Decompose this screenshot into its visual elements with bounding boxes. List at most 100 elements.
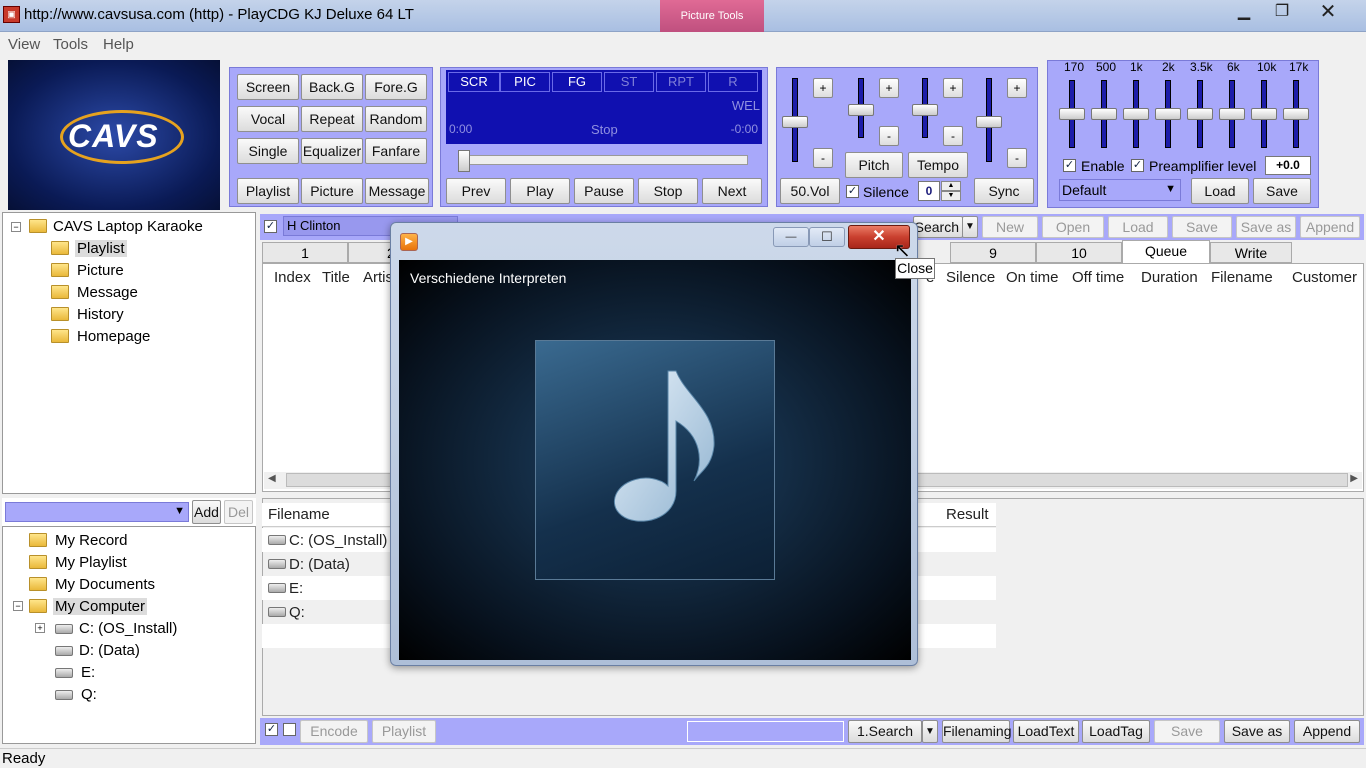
loadtag-button[interactable]: LoadTag xyxy=(1082,720,1150,743)
playlist-load-button[interactable]: Load xyxy=(1108,216,1168,238)
scroll-left-icon[interactable]: ◀ xyxy=(268,473,276,484)
sync-slider-thumb[interactable] xyxy=(976,116,1002,128)
eq-preset-dropdown[interactable]: Default ▼ xyxy=(1059,179,1181,201)
bottom-append-button[interactable]: Append xyxy=(1294,720,1360,743)
column-artist[interactable]: Artis xyxy=(363,269,393,286)
file-row-drive-e[interactable]: E: xyxy=(289,580,303,597)
encode-button[interactable]: Encode xyxy=(300,720,368,743)
bottom-save-button[interactable]: Save xyxy=(1154,720,1220,743)
collapse-icon[interactable]: − xyxy=(13,601,23,611)
close-button[interactable]: ✕ xyxy=(1310,2,1346,23)
preamp-checkbox[interactable]: ✓ xyxy=(1131,159,1144,172)
bottom-search-button[interactable]: 1.Search xyxy=(848,720,922,743)
eq-slider-thumb-2k[interactable] xyxy=(1155,108,1181,120)
silence-up-icon[interactable]: ▲ xyxy=(941,181,961,191)
file-tree-drive-c[interactable]: C: (OS_Install) xyxy=(79,620,177,637)
column-silence[interactable]: Silence xyxy=(946,269,995,286)
tempo-slider-thumb[interactable] xyxy=(912,104,938,116)
picture-button[interactable]: Picture xyxy=(301,178,363,204)
play-button[interactable]: Play xyxy=(510,178,570,204)
stop-button[interactable]: Stop xyxy=(638,178,698,204)
pitch-plus-button[interactable]: + xyxy=(879,78,899,98)
tab-10[interactable]: 10 xyxy=(1036,242,1122,263)
file-tree-my-playlist[interactable]: My Playlist xyxy=(55,554,127,571)
seek-thumb[interactable] xyxy=(458,150,470,172)
add-button[interactable]: Add xyxy=(192,500,221,524)
tree-item-history[interactable]: History xyxy=(77,306,124,323)
silence-down-icon[interactable]: ▼ xyxy=(941,191,961,201)
popup-maximize-button[interactable]: ☐ xyxy=(809,227,845,247)
search-dropdown-icon[interactable]: ▼ xyxy=(962,216,978,238)
eq-slider-thumb-17k[interactable] xyxy=(1283,108,1309,120)
expand-icon[interactable]: + xyxy=(35,623,45,633)
tree-item-message[interactable]: Message xyxy=(77,284,138,301)
playlist-checkbox[interactable]: ✓ xyxy=(264,220,277,233)
loadtext-button[interactable]: LoadText xyxy=(1013,720,1079,743)
eq-slider-thumb-3.5k[interactable] xyxy=(1187,108,1213,120)
message-button[interactable]: Message xyxy=(365,178,429,204)
repeat-button[interactable]: Repeat xyxy=(301,106,363,132)
file-path-dropdown[interactable]: ▼ xyxy=(5,502,189,522)
lcd-tab-pic[interactable]: PIC xyxy=(500,72,550,92)
file-row-drive-d[interactable]: D: (Data) xyxy=(289,556,350,573)
sync-button[interactable]: Sync xyxy=(974,178,1034,204)
menu-tools[interactable]: Tools xyxy=(53,36,88,53)
sync-minus-button[interactable]: - xyxy=(1007,148,1027,168)
playlist-save-button[interactable]: Save xyxy=(1172,216,1232,238)
pitch-button[interactable]: Pitch xyxy=(845,152,903,178)
scroll-right-icon[interactable]: ▶ xyxy=(1350,473,1358,484)
column-duration[interactable]: Duration xyxy=(1141,269,1198,286)
lcd-tab-r[interactable]: R xyxy=(708,72,758,92)
prev-button[interactable]: Prev xyxy=(446,178,506,204)
bottom-checkbox-1[interactable]: ✓ xyxy=(265,723,278,736)
eq-enable-checkbox[interactable]: ✓ xyxy=(1063,159,1076,172)
column-filename[interactable]: Filename xyxy=(1211,269,1273,286)
picture-tools-tab[interactable]: Picture Tools xyxy=(660,0,764,32)
vocal-button[interactable]: Vocal xyxy=(237,106,299,132)
foreground-button[interactable]: Fore.G xyxy=(365,74,427,100)
tab-9[interactable]: 9 xyxy=(950,242,1036,263)
tempo-button[interactable]: Tempo xyxy=(908,152,968,178)
background-button[interactable]: Back.G xyxy=(301,74,363,100)
lcd-tab-st[interactable]: ST xyxy=(604,72,654,92)
lcd-tab-scr[interactable]: SCR xyxy=(448,72,500,92)
app-icon[interactable]: ▣ xyxy=(3,6,20,23)
file-row-drive-c[interactable]: C: (OS_Install) xyxy=(289,532,387,549)
column-off-time[interactable]: Off time xyxy=(1072,269,1124,286)
eq-save-button[interactable]: Save xyxy=(1253,178,1311,204)
column-index[interactable]: Index xyxy=(274,269,311,286)
tree-item-picture[interactable]: Picture xyxy=(77,262,124,279)
file-tree-my-record[interactable]: My Record xyxy=(55,532,128,549)
bottom-checkbox-2[interactable] xyxy=(283,723,296,736)
bottom-search-dropdown-icon[interactable]: ▼ xyxy=(922,720,938,743)
seek-track[interactable] xyxy=(460,155,748,165)
random-button[interactable]: Random xyxy=(365,106,427,132)
eq-slider-thumb-500[interactable] xyxy=(1091,108,1117,120)
tree-item-playlist[interactable]: Playlist xyxy=(75,240,127,257)
popup-minimize-button[interactable]: — xyxy=(773,227,809,247)
playlist-new-button[interactable]: New xyxy=(982,216,1038,238)
eq-slider-thumb-170[interactable] xyxy=(1059,108,1085,120)
menu-view[interactable]: View xyxy=(8,36,40,53)
minimize-button[interactable]: ▁ xyxy=(1226,3,1262,23)
playlist-open-button[interactable]: Open xyxy=(1042,216,1104,238)
eq-slider-thumb-1k[interactable] xyxy=(1123,108,1149,120)
file-column-filename[interactable]: Filename xyxy=(268,506,330,523)
tree-root-cavs[interactable]: CAVS Laptop Karaoke xyxy=(53,218,203,235)
pitch-minus-button[interactable]: - xyxy=(879,126,899,146)
file-tree-drive-q[interactable]: Q: xyxy=(81,686,97,703)
fanfare-button[interactable]: Fanfare xyxy=(365,138,427,164)
volume-slider-thumb[interactable] xyxy=(782,116,808,128)
sync-plus-button[interactable]: + xyxy=(1007,78,1027,98)
pause-button[interactable]: Pause xyxy=(574,178,634,204)
tempo-minus-button[interactable]: - xyxy=(943,126,963,146)
volume-minus-button[interactable]: - xyxy=(813,148,833,168)
file-tree-drive-d[interactable]: D: (Data) xyxy=(79,642,140,659)
del-button[interactable]: Del xyxy=(224,500,253,524)
playlist-button[interactable]: Playlist xyxy=(237,178,299,204)
single-button[interactable]: Single xyxy=(237,138,299,164)
filenaming-button[interactable]: Filenaming xyxy=(942,720,1011,743)
bottom-saveas-button[interactable]: Save as xyxy=(1224,720,1290,743)
silence-value-field[interactable]: 0 xyxy=(918,181,940,201)
eq-slider-thumb-6k[interactable] xyxy=(1219,108,1245,120)
